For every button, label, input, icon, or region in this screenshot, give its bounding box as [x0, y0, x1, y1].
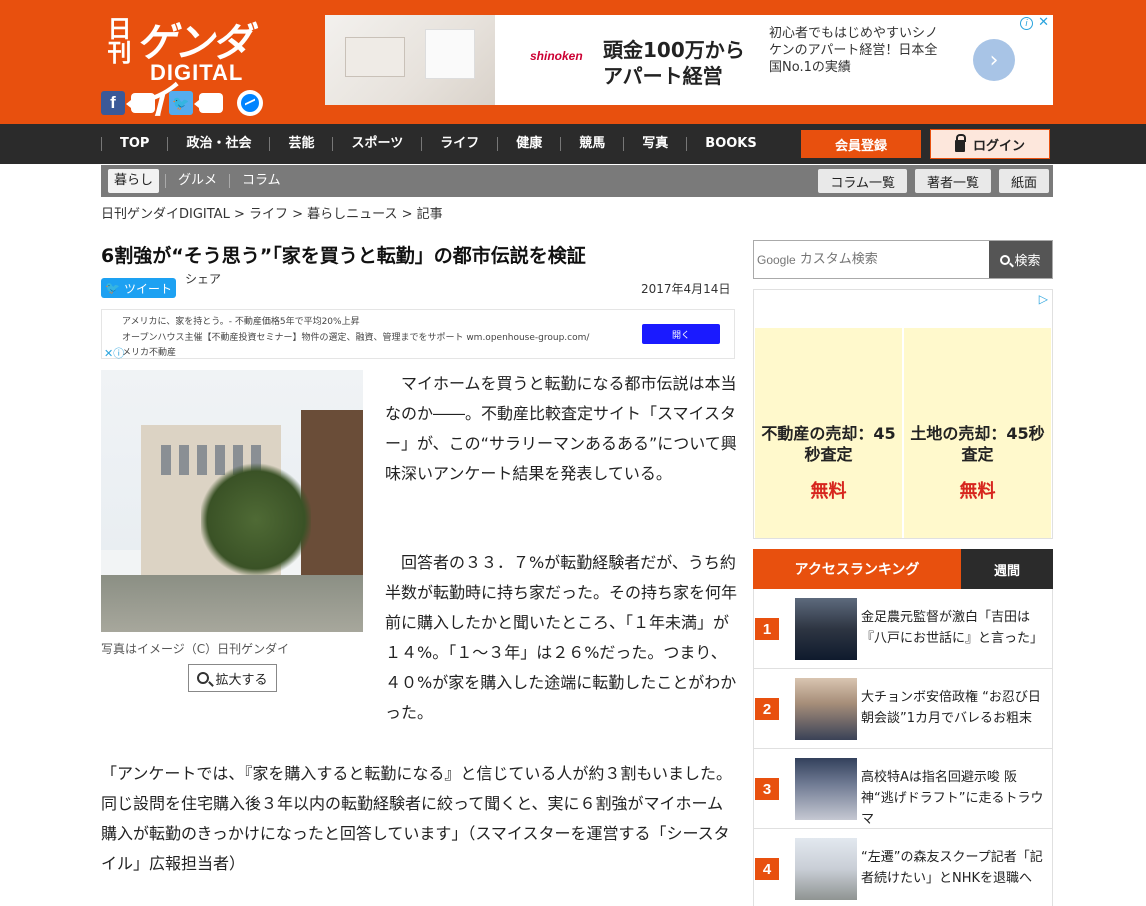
ad-cell-free: 無料 [810, 481, 847, 502]
inline-text-ad[interactable]: アメリカに、家を持とう。- 不動産価格5年で平均20%上昇 オープンハウス主催【… [101, 309, 735, 361]
ad-cell-title: 土地の売却：45秒査定 [910, 424, 1045, 464]
nav-item-politics[interactable]: 政治・社会 [167, 137, 269, 151]
lock-icon [954, 133, 966, 152]
ranking-headline[interactable]: 高校特Aは指名回避示唆 阪神“逃げドラフト”に走るトラウマ [861, 767, 1046, 830]
facebook-icon[interactable]: f [101, 91, 125, 115]
ranking-item[interactable]: 1 金足農元監督が激白「吉田は『八戸にお世話に』と言った」 [753, 589, 1053, 669]
ad-description: 初心者でもはじめやすいシノケンのアパート経営！日本全国No.1の実績 [769, 26, 939, 75]
ad-open-button[interactable]: 開く [642, 324, 720, 344]
nav-item-photo[interactable]: 写真 [623, 137, 686, 151]
article-paragraph-1: マイホームを買うと転勤になる都市伝説は本当なのか――。不動産比較査定サイト「スマ… [385, 374, 737, 483]
nav-item-keiba[interactable]: 競馬 [560, 137, 623, 151]
sub-nav-items: 暮らし グルメ コラム [108, 169, 293, 193]
ranking-thumbnail [795, 678, 857, 740]
sidebar-ad[interactable]: ▷ 不動産の売却：45秒査定 無料 土地の売却：45秒査定 無料 [753, 289, 1053, 539]
ad-headline-line2: アパート経営 [603, 64, 723, 88]
article-paragraph-3: 「アンケートでは、『家を購入すると転勤になる』と信じている人が約３割もいました。… [101, 764, 733, 873]
ranking-item[interactable]: 4 “左遷”の森友スクープ記者「記者続けたい」とNHKを退職へ [753, 829, 1053, 906]
logo-nikkan: 日刊 [103, 16, 132, 64]
main-nav: TOP 政治・社会 芸能 スポーツ ライフ 健康 競馬 写真 BOOKS 会員登… [0, 124, 1146, 164]
ranking-number: 4 [755, 858, 779, 880]
article-date: 2017年4月14日 [641, 282, 731, 296]
nav-item-health[interactable]: 健康 [497, 137, 560, 151]
ranking-headline[interactable]: “左遷”の森友スクープ記者「記者続けたい」とNHKを退職へ [861, 847, 1046, 889]
ad-headline: 頭金100万から アパート経営 [603, 37, 745, 89]
ranking-headline[interactable]: 金足農元監督が激白「吉田は『八戸にお世話に』と言った」 [861, 607, 1046, 649]
search-button[interactable]: 検索 [989, 241, 1052, 278]
breadcrumb[interactable]: 日刊ゲンダイDIGITAL > ライフ > 暮らしニュース > 記事 [101, 203, 443, 222]
search-icon [1000, 254, 1011, 265]
site-header: 日刊 ゲンダイ DIGITAL f 🐦 shinoken 頭金100万から アパ… [0, 0, 1146, 124]
ad-cell-land[interactable]: 土地の売却：45秒査定 無料 [904, 328, 1051, 538]
article-photo[interactable] [101, 370, 363, 632]
article-title: 6割強が“そう思う”「家を買うと転勤」の都市伝説を検証 [101, 245, 586, 267]
author-list-button[interactable]: 著者一覧 [914, 169, 991, 193]
ad-headline-line1: 頭金100万から [603, 38, 745, 62]
sub-nav-item-column[interactable]: コラム [229, 174, 293, 188]
ad-next-arrow-icon[interactable]: › [973, 39, 1015, 81]
ranking-list: 1 金足農元監督が激白「吉田は『八戸にお世話に』と言った」 2 大チョンボ安倍政… [753, 589, 1053, 906]
tweet-label: ツイート [123, 281, 172, 296]
nav-items: TOP 政治・社会 芸能 スポーツ ライフ 健康 競馬 写真 BOOKS [101, 124, 775, 164]
register-button[interactable]: 会員登録 [801, 130, 921, 158]
sub-nav-right-buttons: コラム一覧 著者一覧 紙面 [818, 169, 1049, 193]
paper-button[interactable]: 紙面 [998, 169, 1049, 193]
ranking-thumbnail [795, 758, 857, 820]
social-share-bar: f 🐦 [101, 90, 263, 116]
sub-nav-item-kurashi[interactable]: 暮らし [108, 169, 160, 193]
tab-access-ranking[interactable]: アクセスランキング [753, 549, 961, 589]
ranking-tabs: アクセスランキング 週間 [753, 549, 1053, 589]
zoom-label: 拡大する [215, 672, 268, 688]
nav-item-entertainment[interactable]: 芸能 [269, 137, 332, 151]
twitter-icon[interactable]: 🐦 [169, 91, 193, 115]
ranking-item[interactable]: 3 高校特Aは指名回避示唆 阪神“逃げドラフト”に走るトラウマ [753, 749, 1053, 829]
adchoices-icon[interactable]: ▷ [1039, 292, 1048, 306]
google-label: Google [757, 252, 796, 267]
login-label: ログイン [972, 138, 1025, 154]
magnifier-icon [197, 672, 210, 684]
ad-close-icon[interactable]: ✕ⓘ [104, 345, 124, 361]
ranking-item[interactable]: 2 大チョンボ安倍政権 “お忍び日朝会談”1カ月でバレるお粗末 [753, 669, 1053, 749]
sub-nav: 暮らし グルメ コラム コラム一覧 著者一覧 紙面 [101, 165, 1053, 197]
ranking-number: 2 [755, 698, 779, 720]
sub-nav-item-gourmet[interactable]: グルメ [165, 174, 229, 188]
adchoices-icon[interactable]: i [1020, 17, 1033, 30]
ad-cell-title: 不動産の売却：45秒査定 [761, 424, 896, 464]
top-banner-ad[interactable]: shinoken 頭金100万から アパート経営 初心者でもはじめやすいシノケン… [325, 15, 1053, 105]
ad-line-1: アメリカに、家を持とう。- 不動産価格5年で平均20%上昇 [122, 317, 360, 327]
tweet-button[interactable]: 🐦 ツイート [101, 278, 176, 298]
ranking-thumbnail [795, 598, 857, 660]
facebook-count-bubble [126, 93, 155, 113]
ranking-headline[interactable]: 大チョンボ安倍政権 “お忍び日朝会談”1カ月でバレるお粗末 [861, 687, 1046, 729]
nav-item-top[interactable]: TOP [101, 137, 167, 151]
logo-digital: DIGITAL [150, 60, 244, 85]
share-button[interactable]: シェア [185, 270, 221, 287]
site-logo[interactable]: 日刊 ゲンダイ DIGITAL [102, 10, 282, 124]
nav-item-sports[interactable]: スポーツ [332, 137, 421, 151]
search-input[interactable] [795, 241, 989, 278]
ad-cell-real-estate[interactable]: 不動産の売却：45秒査定 無料 [755, 328, 902, 538]
ad-line-2: オープンハウス主催【不動産投資セミナー】物件の選定、融資、管理までをサポート w… [122, 333, 590, 343]
ranking-number: 3 [755, 778, 779, 800]
zoom-button[interactable]: 拡大する [188, 664, 277, 692]
ranking-number: 1 [755, 618, 779, 640]
site-search: Google 検索 [753, 240, 1053, 279]
nav-item-life[interactable]: ライフ [421, 137, 497, 151]
photo-caption: 写真はイメージ（C）日刊ゲンダイ [101, 642, 290, 656]
tab-weekly[interactable]: 週間 [961, 549, 1053, 589]
ad-cell-free: 無料 [959, 481, 996, 502]
article-paragraph-2: 回答者の３３．７%が転勤経験者だが、うち約半数が転勤時に持ち家だった。その持ち家… [385, 553, 738, 722]
ad-room-image [325, 15, 495, 105]
twitter-count-bubble [194, 93, 223, 113]
login-button[interactable]: ログイン [930, 129, 1050, 159]
ranking-thumbnail [795, 838, 857, 900]
search-button-label: 検索 [1014, 254, 1041, 269]
ad-brand-logo: shinoken [530, 49, 583, 63]
twitter-bird-icon: 🐦 [105, 281, 120, 295]
messenger-icon[interactable] [237, 90, 263, 116]
ad-line-3: メリカ不動産 [122, 348, 177, 358]
ad-close-icon[interactable]: ✕ [1038, 15, 1049, 30]
nav-item-books[interactable]: BOOKS [686, 137, 774, 151]
column-list-button[interactable]: コラム一覧 [818, 169, 907, 193]
